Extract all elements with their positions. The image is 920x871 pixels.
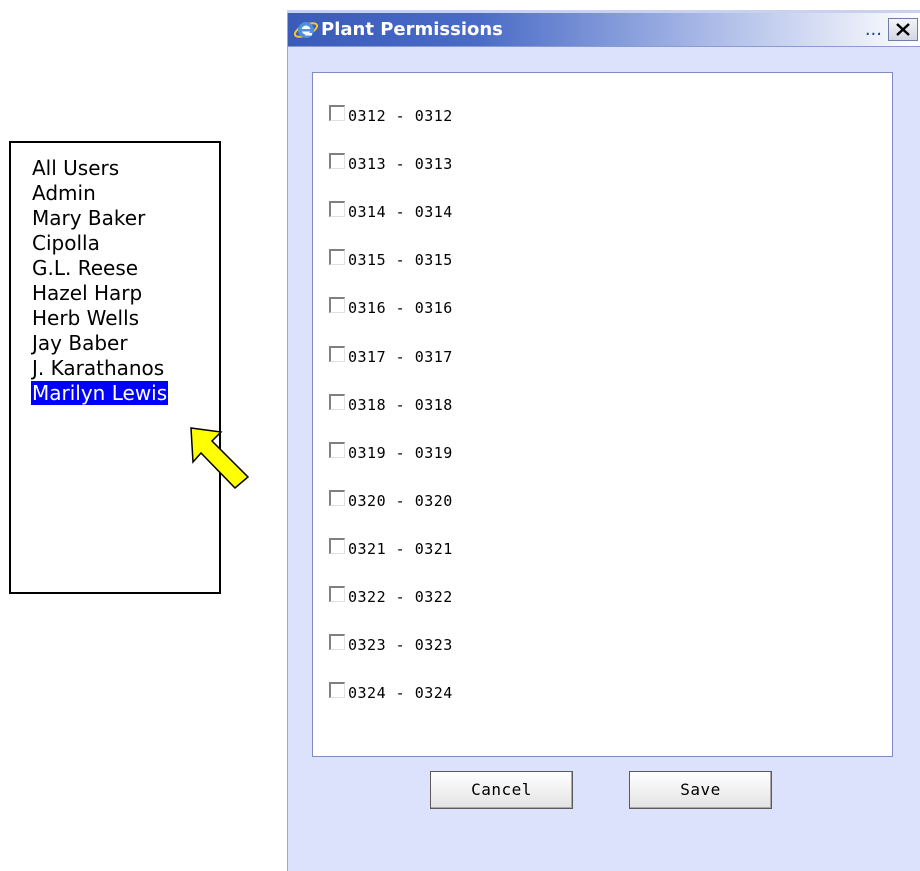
permission-label: 0314 - 0314 — [348, 203, 453, 221]
permission-checkbox[interactable] — [329, 393, 345, 410]
dialog-title-bar[interactable]: Plant Permissions ... — [288, 13, 920, 47]
save-button[interactable]: Save — [629, 771, 772, 809]
permission-label: 0324 - 0324 — [348, 684, 453, 702]
permission-checkbox[interactable] — [329, 441, 345, 458]
user-list-item[interactable]: Admin — [31, 181, 219, 206]
permission-item[interactable]: 0320 - 0320 — [329, 487, 453, 511]
permission-item[interactable]: 0315 - 0315 — [329, 246, 453, 270]
permission-label: 0321 - 0321 — [348, 540, 453, 558]
permission-label: 0317 - 0317 — [348, 348, 453, 366]
permission-checkbox[interactable] — [329, 585, 345, 602]
permission-label: 0312 - 0312 — [348, 107, 453, 125]
permissions-panel: 0312 - 0312 0313 - 0313 0314 - 0314 0315… — [312, 72, 893, 757]
permission-label: 0318 - 0318 — [348, 396, 453, 414]
permission-label: 0316 - 0316 — [348, 299, 453, 317]
permission-item[interactable]: 0324 - 0324 — [329, 679, 453, 703]
cancel-button[interactable]: Cancel — [430, 771, 573, 809]
close-icon — [896, 23, 910, 36]
permission-checkbox[interactable] — [329, 489, 345, 506]
permission-item[interactable]: 0321 - 0321 — [329, 535, 453, 559]
permission-label: 0320 - 0320 — [348, 492, 453, 510]
permission-checkbox[interactable] — [329, 248, 345, 265]
permission-checkbox[interactable] — [329, 200, 345, 217]
permission-item[interactable]: 0318 - 0318 — [329, 391, 453, 415]
permission-item[interactable]: 0323 - 0323 — [329, 631, 453, 655]
permission-checkbox[interactable] — [329, 104, 345, 121]
permission-checkbox[interactable] — [329, 152, 345, 169]
permission-checkbox[interactable] — [329, 296, 345, 313]
user-list-item[interactable]: G.L. Reese — [31, 256, 219, 281]
permission-item[interactable]: 0316 - 0316 — [329, 294, 453, 318]
permission-item[interactable]: 0314 - 0314 — [329, 198, 453, 222]
internet-explorer-icon — [293, 22, 319, 38]
permission-label: 0315 - 0315 — [348, 251, 453, 269]
user-list-item[interactable]: Jay Baber — [31, 331, 219, 356]
permission-label: 0323 - 0323 — [348, 636, 453, 654]
permission-checkbox[interactable] — [329, 345, 345, 362]
permission-label: 0322 - 0322 — [348, 588, 453, 606]
user-list-item[interactable]: Mary Baker — [31, 206, 219, 231]
user-list[interactable]: All Users Admin Mary Baker Cipolla G.L. … — [9, 141, 221, 594]
permission-checkbox[interactable] — [329, 537, 345, 554]
user-list-item[interactable]: Cipolla — [31, 231, 219, 256]
permission-item[interactable]: 0317 - 0317 — [329, 343, 453, 367]
user-list-item[interactable]: Herb Wells — [31, 306, 219, 331]
permission-item[interactable]: 0313 - 0313 — [329, 150, 453, 174]
permission-checkbox[interactable] — [329, 633, 345, 650]
permission-checkbox[interactable] — [329, 681, 345, 698]
permission-label: 0313 - 0313 — [348, 155, 453, 173]
arrow-pointer-icon — [190, 427, 250, 490]
close-button[interactable] — [888, 18, 918, 41]
user-list-item[interactable]: All Users — [31, 156, 219, 181]
user-list-item[interactable]: Hazel Harp — [31, 281, 219, 306]
plant-permissions-dialog: Plant Permissions ... 0312 - 0312 0313 -… — [287, 13, 920, 871]
permission-label: 0319 - 0319 — [348, 444, 453, 462]
permission-item[interactable]: 0312 - 0312 — [329, 102, 453, 126]
permission-item[interactable]: 0319 - 0319 — [329, 439, 453, 463]
user-list-item[interactable]: J. Karathanos — [31, 356, 219, 381]
more-button[interactable]: ... — [865, 21, 882, 39]
dialog-title: Plant Permissions — [321, 19, 503, 40]
user-list-item-selected[interactable]: Marilyn Lewis — [31, 381, 219, 406]
permission-item[interactable]: 0322 - 0322 — [329, 583, 453, 607]
